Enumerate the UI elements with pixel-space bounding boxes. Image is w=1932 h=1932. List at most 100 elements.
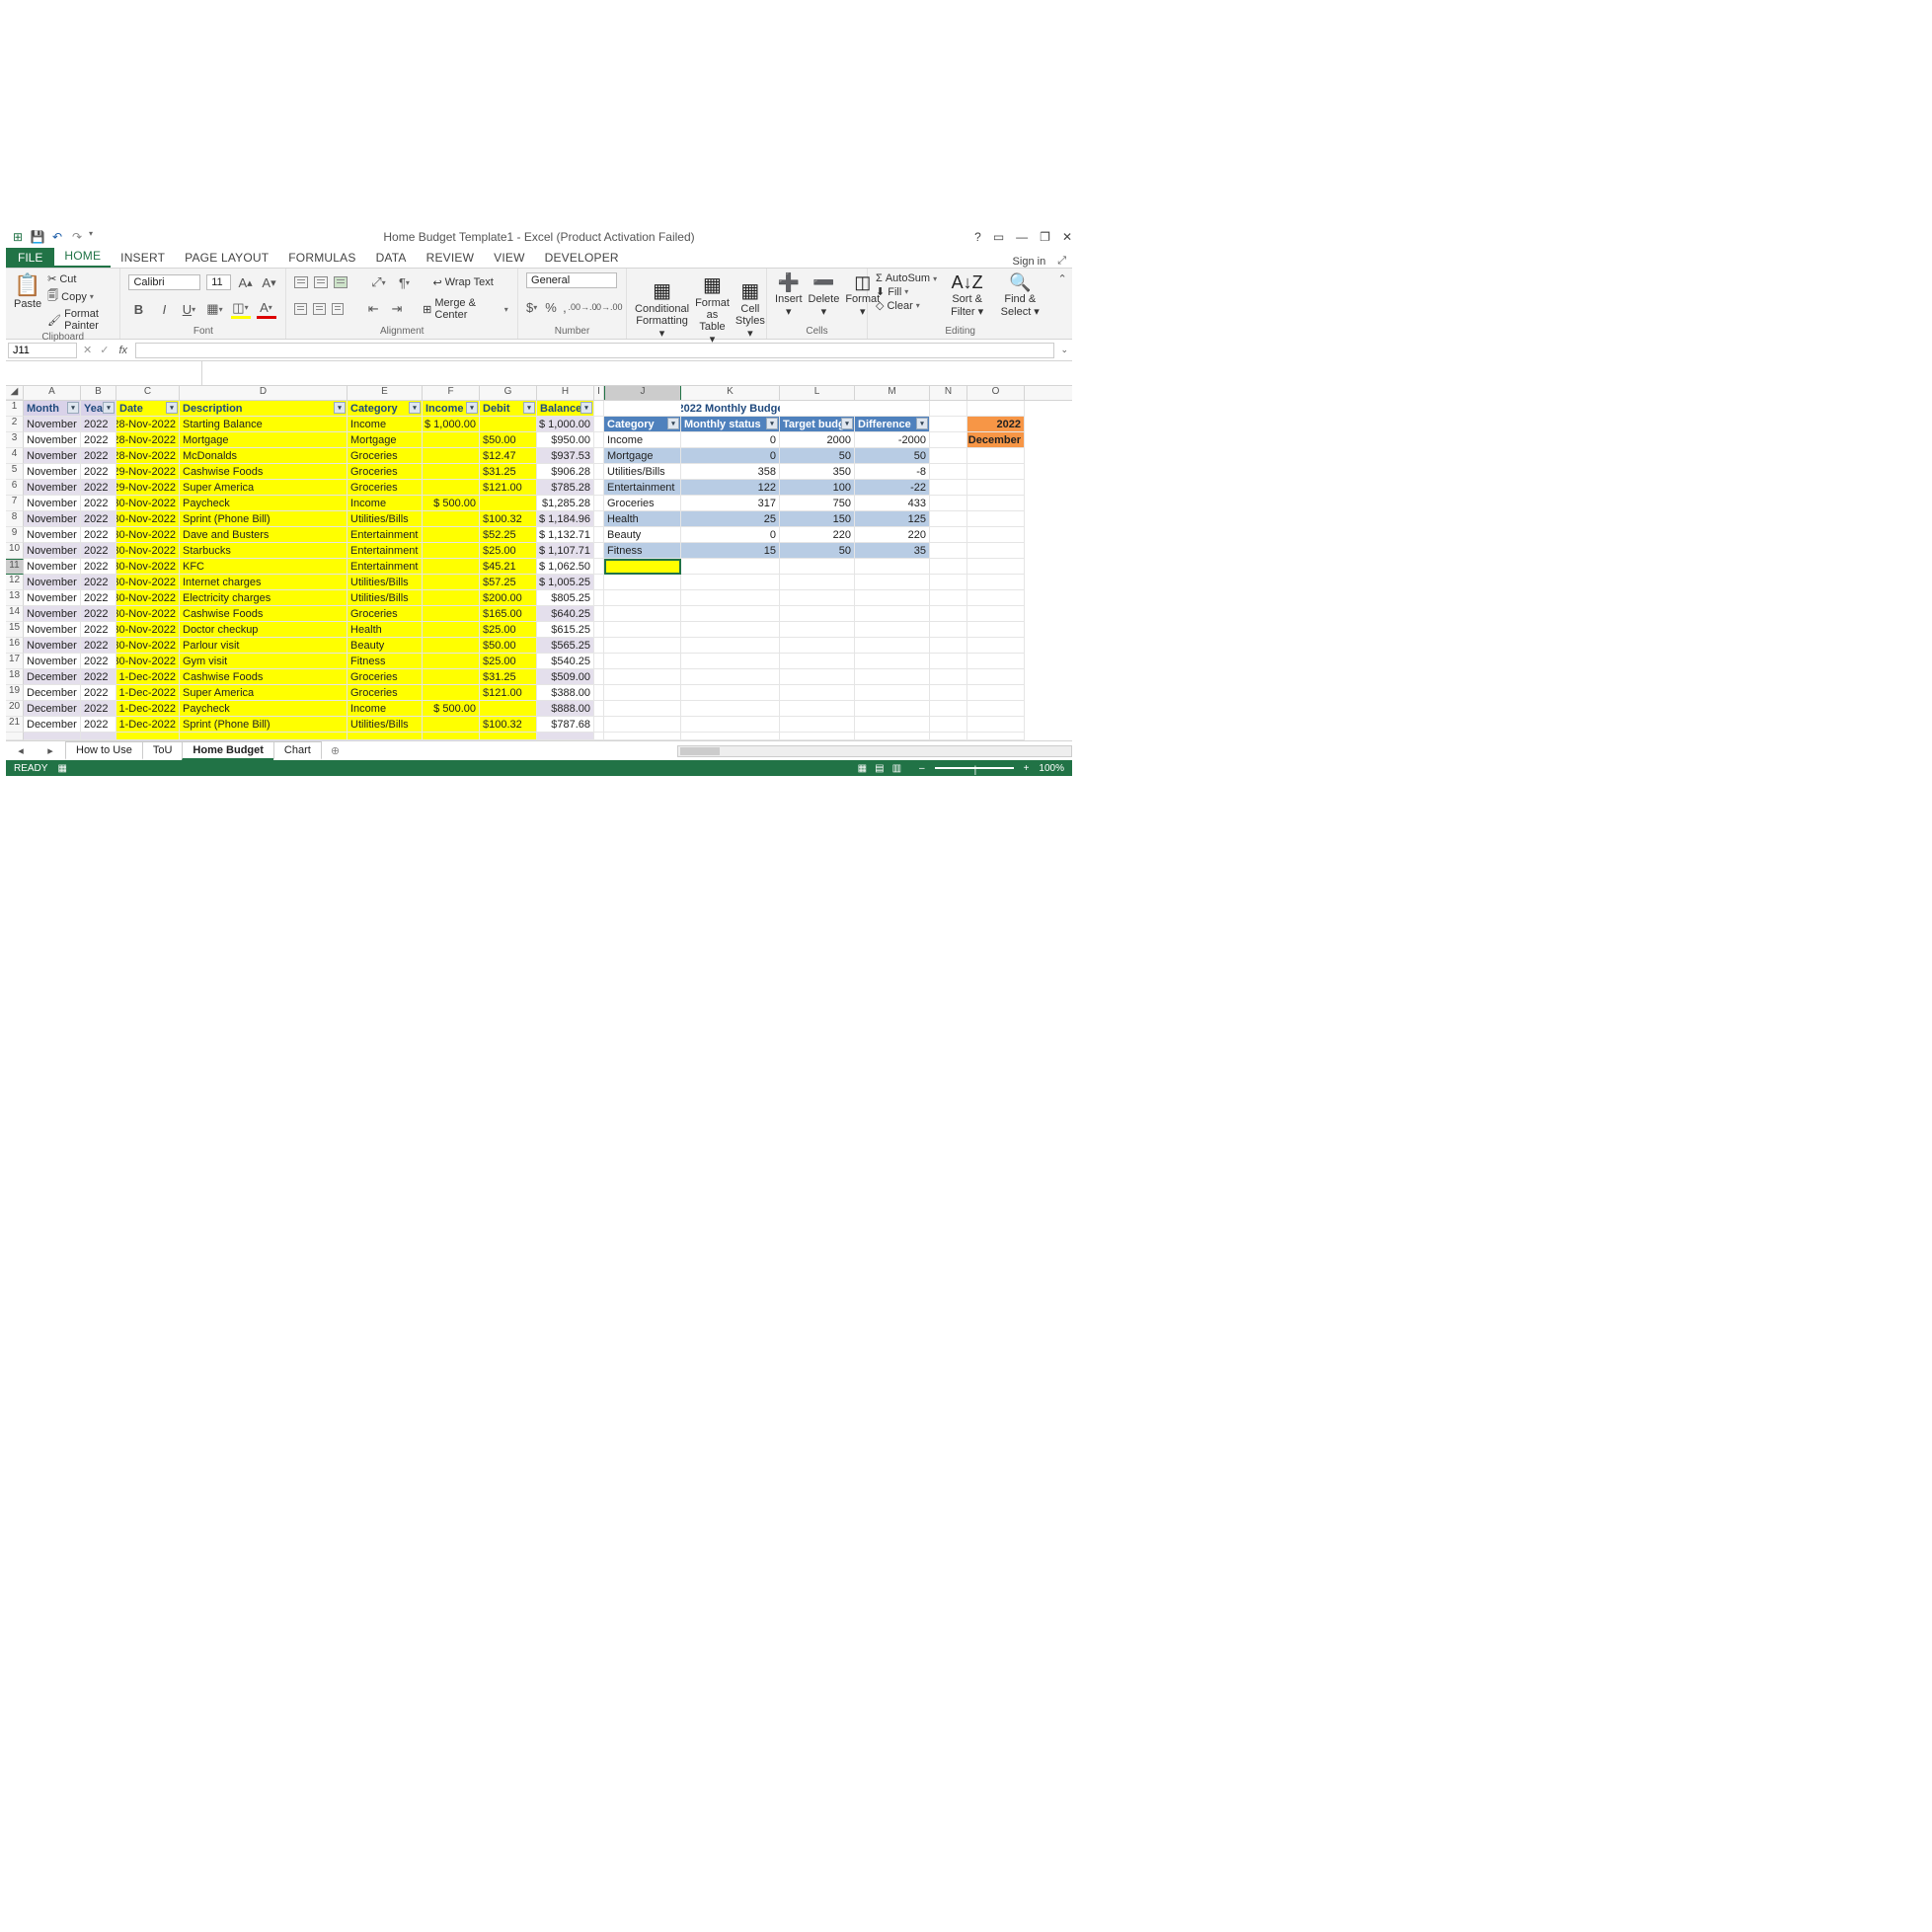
cell-debit[interactable]: $25.00	[480, 622, 537, 638]
row-header-17[interactable]: 17	[6, 654, 24, 669]
sort-filter-icon[interactable]: A↓Z	[945, 272, 989, 293]
cell-income[interactable]	[423, 590, 480, 606]
summary-cell-difference[interactable]: 35	[855, 543, 930, 559]
cell-category[interactable]: Groceries	[348, 448, 423, 464]
tab-developer[interactable]: DEVELOPER	[535, 248, 629, 268]
fill-color-icon[interactable]: ◫▾	[231, 299, 251, 319]
increase-font-icon[interactable]: A▴	[237, 272, 255, 292]
cell-category[interactable]: Groceries	[348, 685, 423, 701]
cell-date[interactable]: 1-Dec-2022	[116, 685, 180, 701]
cell-income[interactable]	[423, 669, 480, 685]
cell-balance[interactable]: $1,285.28	[537, 496, 594, 511]
cell-debit[interactable]: $31.25	[480, 669, 537, 685]
percent-format-icon[interactable]: %	[545, 297, 557, 317]
sort-filter-button[interactable]: Sort & Filter ▾	[945, 293, 989, 318]
cell-month[interactable]: December	[24, 669, 81, 685]
grid-cell[interactable]	[780, 559, 855, 575]
cell-debit[interactable]	[480, 417, 537, 432]
horizontal-scrollbar[interactable]	[677, 745, 1072, 757]
summary-header-difference[interactable]: Difference▾	[855, 417, 930, 432]
cell-category[interactable]: Fitness	[348, 654, 423, 669]
fill-button[interactable]: ⬇ Fill ▾	[876, 285, 939, 298]
cell-month[interactable]: November	[24, 464, 81, 480]
insert-cells-icon[interactable]: ➕	[775, 272, 803, 293]
border-icon[interactable]: ▦▾	[205, 299, 225, 319]
cell-balance[interactable]: $888.00	[537, 701, 594, 717]
grid-cell[interactable]	[780, 701, 855, 717]
find-select-icon[interactable]: 🔍	[995, 272, 1044, 293]
grid-cell[interactable]	[537, 733, 594, 740]
grid-cell[interactable]	[967, 448, 1025, 464]
grid-cell[interactable]	[594, 511, 604, 527]
grid-cell[interactable]	[681, 685, 780, 701]
orientation-icon[interactable]: ⤢▾	[369, 272, 389, 292]
text-direction-icon[interactable]: ¶▾	[395, 272, 415, 292]
grid-cell[interactable]	[594, 527, 604, 543]
summary-cell-monthly-status[interactable]: 317	[681, 496, 780, 511]
col-header-E[interactable]: E	[348, 386, 423, 400]
grid-cell[interactable]	[780, 638, 855, 654]
cell-description[interactable]: Starbucks	[180, 543, 348, 559]
cell-income[interactable]	[423, 432, 480, 448]
row-header-9[interactable]: 9	[6, 527, 24, 543]
cell-income[interactable]	[423, 559, 480, 575]
table-header-debit[interactable]: Debit▾	[480, 401, 537, 417]
cell-income[interactable]: $ 500.00	[423, 496, 480, 511]
grid-cell[interactable]	[967, 401, 1025, 417]
grid-cell[interactable]	[930, 511, 967, 527]
cell-month[interactable]: November	[24, 654, 81, 669]
cell-debit[interactable]: $165.00	[480, 606, 537, 622]
conditional-formatting-icon[interactable]: ▦	[635, 278, 689, 303]
cell-year[interactable]: 2022	[81, 654, 116, 669]
cell-date[interactable]: 1-Dec-2022	[116, 717, 180, 733]
cell-month[interactable]: November	[24, 527, 81, 543]
summary-cell-category[interactable]: Income	[604, 432, 681, 448]
cell-month[interactable]: November	[24, 575, 81, 590]
cell-month[interactable]: November	[24, 448, 81, 464]
sheet-nav-next-icon[interactable]: ▸	[47, 744, 53, 757]
cell-month[interactable]: November	[24, 638, 81, 654]
grid-cell[interactable]	[594, 480, 604, 496]
cell-year[interactable]: 2022	[81, 543, 116, 559]
zoom-out-icon[interactable]: –	[919, 763, 925, 774]
grid-cell[interactable]	[930, 448, 967, 464]
row-header-3[interactable]: 3	[6, 432, 24, 448]
merge-center-button[interactable]: ⊞ Merge & Center ▾	[423, 297, 509, 321]
paste-button[interactable]: Paste	[14, 298, 41, 310]
cell-description[interactable]: KFC	[180, 559, 348, 575]
cell-income[interactable]	[423, 622, 480, 638]
cell-category[interactable]: Entertainment	[348, 527, 423, 543]
cell-description[interactable]: Cashwise Foods	[180, 464, 348, 480]
grid-cell[interactable]	[780, 575, 855, 590]
grid-cell[interactable]	[855, 654, 930, 669]
cell-year[interactable]: 2022	[81, 464, 116, 480]
grid-cell[interactable]	[967, 717, 1025, 733]
grid-cell[interactable]	[594, 432, 604, 448]
col-header-K[interactable]: K	[681, 386, 780, 400]
align-bottom-icon[interactable]	[334, 276, 348, 288]
summary-cell-difference[interactable]: -2000	[855, 432, 930, 448]
cell-balance[interactable]: $565.25	[537, 638, 594, 654]
grid-cell[interactable]	[594, 590, 604, 606]
autosum-button[interactable]: Σ AutoSum ▾	[876, 272, 939, 284]
grid-cell[interactable]	[594, 669, 604, 685]
cell-balance[interactable]: $ 1,132.71	[537, 527, 594, 543]
row-header-20[interactable]: 20	[6, 701, 24, 717]
ribbon-display-icon[interactable]: ▭	[993, 230, 1004, 244]
format-as-table-button[interactable]: Format as Table ▾	[695, 297, 730, 346]
grid-cell[interactable]	[681, 733, 780, 740]
row-header-8[interactable]: 8	[6, 511, 24, 527]
align-top-icon[interactable]	[294, 276, 308, 288]
cell-income[interactable]: $ 1,000.00	[423, 417, 480, 432]
decrease-font-icon[interactable]: A▾	[261, 272, 278, 292]
cell-year[interactable]: 2022	[81, 669, 116, 685]
grid-cell[interactable]	[930, 575, 967, 590]
cell-debit[interactable]: $50.00	[480, 432, 537, 448]
col-header-L[interactable]: L	[780, 386, 855, 400]
grid-cell[interactable]	[780, 717, 855, 733]
cell-balance[interactable]: $ 1,062.50	[537, 559, 594, 575]
cell-year[interactable]: 2022	[81, 590, 116, 606]
table-header-income[interactable]: Income▾	[423, 401, 480, 417]
grid-cell[interactable]	[967, 527, 1025, 543]
clear-button[interactable]: ◇ Clear ▾	[876, 299, 939, 312]
